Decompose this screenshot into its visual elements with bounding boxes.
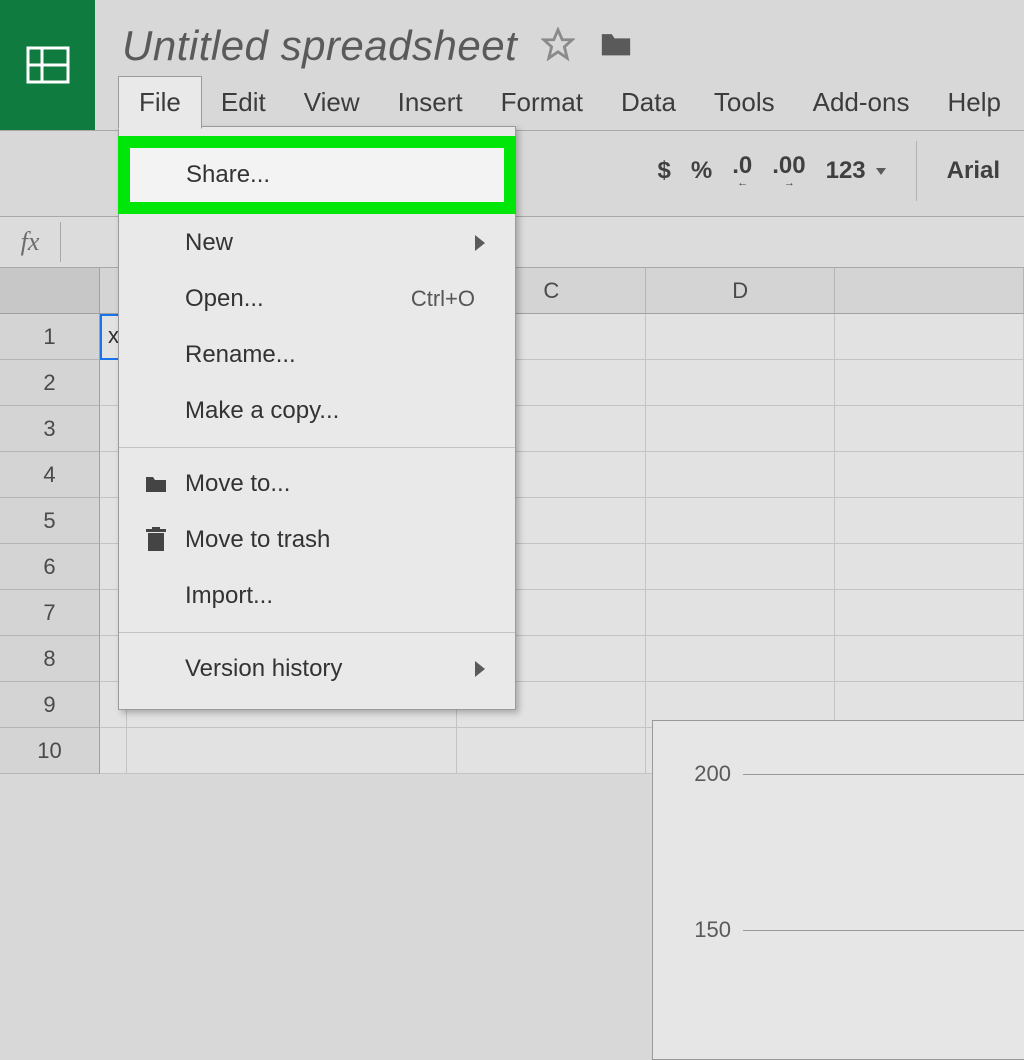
- chart-y-tick: 200: [681, 761, 731, 787]
- file-menu-move-to-trash[interactable]: Move to trash: [119, 512, 515, 568]
- toolbar-separator: [916, 141, 917, 201]
- menu-data[interactable]: Data: [602, 76, 695, 129]
- folder-icon[interactable]: [599, 29, 633, 64]
- menu-edit[interactable]: Edit: [202, 76, 285, 129]
- row-header[interactable]: 9: [0, 682, 100, 728]
- app-logo[interactable]: [0, 0, 95, 130]
- file-menu-open[interactable]: Open... Ctrl+O: [119, 271, 515, 327]
- column-header[interactable]: [835, 268, 1024, 314]
- cell[interactable]: [835, 544, 1024, 590]
- cell[interactable]: [835, 314, 1024, 360]
- cell[interactable]: [835, 590, 1024, 636]
- file-menu-move-to[interactable]: Move to...: [119, 456, 515, 512]
- cell[interactable]: [100, 728, 127, 774]
- embedded-chart[interactable]: 200 150: [652, 720, 1024, 1060]
- row-header[interactable]: 2: [0, 360, 100, 406]
- cell[interactable]: [835, 360, 1024, 406]
- row-header[interactable]: 1: [0, 314, 100, 360]
- file-menu-dropdown: New Open... Ctrl+O Rename... Make a copy…: [118, 126, 516, 710]
- cell[interactable]: [127, 728, 458, 774]
- fx-label: fx: [0, 227, 60, 257]
- document-title[interactable]: Untitled spreadsheet: [122, 22, 517, 70]
- select-all-corner[interactable]: [0, 268, 100, 314]
- menu-addons[interactable]: Add-ons: [794, 76, 929, 129]
- cell[interactable]: [646, 406, 835, 452]
- menu-help[interactable]: Help: [928, 76, 1019, 129]
- row-header[interactable]: 4: [0, 452, 100, 498]
- file-menu-version-history[interactable]: Version history: [119, 641, 515, 697]
- sheets-icon: [25, 42, 71, 88]
- chart-gridline: [743, 774, 1024, 775]
- menu-format[interactable]: Format: [482, 76, 602, 129]
- file-menu-share[interactable]: Share...: [130, 148, 504, 202]
- increase-decimal-button[interactable]: .00→: [772, 154, 805, 189]
- cell[interactable]: [835, 452, 1024, 498]
- file-menu-new[interactable]: New: [119, 215, 515, 271]
- format-currency-button[interactable]: $: [658, 157, 671, 185]
- cell[interactable]: [835, 406, 1024, 452]
- column-header[interactable]: D: [646, 268, 835, 314]
- file-menu-rename[interactable]: Rename...: [119, 327, 515, 383]
- cell[interactable]: [646, 636, 835, 682]
- star-icon[interactable]: [541, 27, 575, 66]
- row-header[interactable]: 3: [0, 406, 100, 452]
- trash-icon: [141, 527, 171, 553]
- chart-gridline: [743, 930, 1024, 931]
- shortcut-label: Ctrl+O: [411, 286, 475, 312]
- menubar: File Edit View Insert Format Data Tools …: [112, 76, 1020, 129]
- menu-separator: [119, 632, 515, 633]
- cell[interactable]: [835, 498, 1024, 544]
- decrease-decimal-button[interactable]: .0←: [732, 154, 752, 189]
- menu-separator: [119, 447, 515, 448]
- row-header[interactable]: 10: [0, 728, 100, 774]
- format-percent-button[interactable]: %: [691, 157, 712, 185]
- cell[interactable]: [457, 728, 646, 774]
- cell[interactable]: [646, 544, 835, 590]
- cell[interactable]: [646, 452, 835, 498]
- cell[interactable]: [646, 498, 835, 544]
- file-menu-import[interactable]: Import...: [119, 568, 515, 624]
- menu-insert[interactable]: Insert: [379, 76, 482, 129]
- row-header[interactable]: 8: [0, 636, 100, 682]
- menu-tools[interactable]: Tools: [695, 76, 794, 129]
- row-header[interactable]: 6: [0, 544, 100, 590]
- menu-view[interactable]: View: [285, 76, 379, 129]
- row-header[interactable]: 7: [0, 590, 100, 636]
- chevron-down-icon: [876, 168, 886, 175]
- font-family-selector[interactable]: Arial: [947, 157, 1000, 185]
- more-formats-button[interactable]: 123: [826, 157, 886, 185]
- cell[interactable]: [835, 636, 1024, 682]
- cell[interactable]: [646, 590, 835, 636]
- cell[interactable]: [646, 360, 835, 406]
- submenu-arrow-icon: [475, 661, 485, 677]
- file-menu-make-copy[interactable]: Make a copy...: [119, 383, 515, 439]
- cell[interactable]: [646, 314, 835, 360]
- folder-icon: [141, 474, 171, 494]
- chart-y-tick: 150: [681, 917, 731, 943]
- row-header[interactable]: 5: [0, 498, 100, 544]
- submenu-arrow-icon: [475, 235, 485, 251]
- menu-file[interactable]: File: [118, 76, 202, 129]
